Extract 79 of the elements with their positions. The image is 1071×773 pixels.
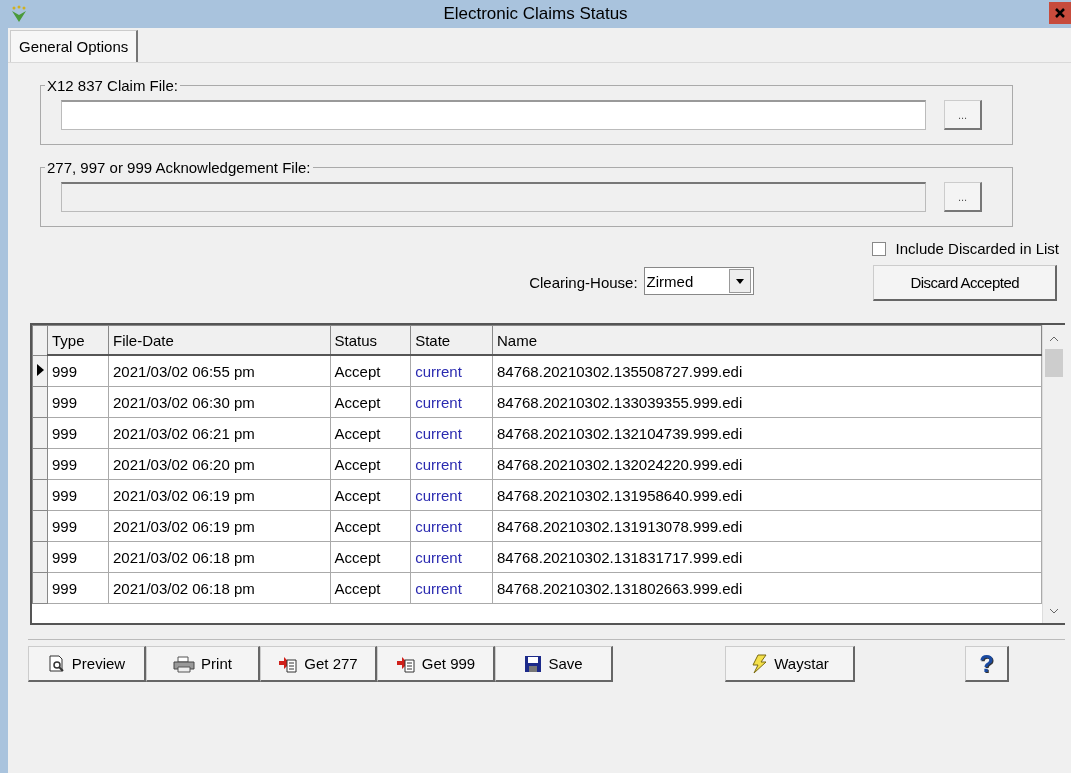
table-cell: current — [410, 572, 493, 604]
table-cell: Accept — [330, 510, 411, 542]
magnifier-page-icon — [47, 654, 66, 673]
table-cell: 2021/03/02 06:19 pm — [108, 510, 331, 542]
group-label: X12 837 Claim File: — [46, 77, 179, 94]
table-cell: 84768.20210302.131831717.999.edi — [492, 541, 1042, 573]
scroll-up-icon — [1049, 335, 1059, 343]
table-cell: current — [410, 510, 493, 542]
table-cell: 2021/03/02 06:55 pm — [108, 355, 331, 387]
table-cell: current — [410, 386, 493, 418]
clearing-house-dropdown[interactable]: Zirmed — [643, 267, 754, 295]
browse-button[interactable]: ... — [944, 100, 982, 130]
column-header[interactable]: Type — [47, 325, 109, 355]
get-button[interactable]: Get 277 — [260, 646, 377, 682]
arrow-document-icon — [278, 654, 299, 673]
table-cell: Accept — [330, 386, 411, 418]
table-cell: 84768.20210302.132104739.999.edi — [492, 417, 1042, 449]
scrollbar-thumb[interactable] — [1045, 349, 1063, 377]
column-header[interactable]: Status — [330, 325, 411, 355]
scroll-down-icon — [1049, 607, 1059, 615]
print-button[interactable]: Print — [146, 646, 260, 682]
arrow-document-icon — [395, 654, 416, 673]
table-cell: 84768.20210302.135508727.999.edi — [492, 355, 1042, 387]
lightning-bolt-icon — [750, 653, 769, 674]
checkbox[interactable] — [871, 241, 886, 256]
close-button[interactable] — [1049, 2, 1071, 24]
table-cell: current — [410, 479, 493, 511]
table-cell: 2021/03/02 06:20 pm — [108, 448, 331, 480]
column-header[interactable]: State — [410, 325, 493, 355]
tab[interactable]: General Options — [10, 30, 139, 62]
column-header[interactable]: Name — [492, 325, 1042, 355]
table-cell: 84768.20210302.131802663.999.edi — [492, 572, 1042, 604]
waystar-button[interactable]: Waystar — [725, 646, 855, 682]
table-cell: 999 — [47, 386, 109, 418]
column-header[interactable]: File-Date — [108, 325, 331, 355]
vertical-scrollbar[interactable] — [1042, 325, 1065, 623]
clearing-house-label: Clearing-House: — [529, 274, 638, 291]
table-cell: current — [410, 417, 493, 449]
table-cell: 2021/03/02 06:18 pm — [108, 572, 331, 604]
table-cell: 999 — [47, 541, 109, 573]
close-icon — [1055, 8, 1065, 18]
table-cell: 84768.20210302.132024220.999.edi — [492, 448, 1042, 480]
preview-button[interactable]: Preview — [28, 646, 146, 682]
table-cell: 999 — [47, 355, 109, 387]
table-cell: Accept — [330, 541, 411, 573]
table-cell: 84768.20210302.133039355.999.edi — [492, 386, 1042, 418]
group-label: 277, 997 or 999 Acknowledgement File: — [46, 159, 312, 176]
checkbox-label: Include Discarded in List — [895, 240, 1059, 257]
table-cell: current — [410, 355, 493, 387]
table-cell: 2021/03/02 06:18 pm — [108, 541, 331, 573]
help-button[interactable]: ? — [965, 646, 1009, 682]
table-cell: 999 — [47, 417, 109, 449]
printer-icon — [173, 654, 196, 673]
table-cell: 84768.20210302.131958640.999.edi — [492, 479, 1042, 511]
table-cell: Accept — [330, 572, 411, 604]
current-row-icon — [36, 364, 44, 377]
discard-accepted-button[interactable]: Discard Accepted — [873, 265, 1058, 301]
table-cell: current — [410, 448, 493, 480]
table-cell: 999 — [47, 479, 109, 511]
table-cell: 999 — [47, 572, 109, 604]
table-cell: Accept — [330, 479, 411, 511]
table-cell: Accept — [330, 417, 411, 449]
table-cell: 2021/03/02 06:30 pm — [108, 386, 331, 418]
table-cell: 2021/03/02 06:19 pm — [108, 479, 331, 511]
window-title: Electronic Claims Status — [442, 4, 629, 24]
table-cell: 999 — [47, 510, 109, 542]
row-indicator[interactable] — [32, 355, 48, 387]
dropdown-arrow-icon — [735, 278, 744, 284]
table-cell: Accept — [330, 355, 411, 387]
table-cell: 84768.20210302.131913078.999.edi — [492, 510, 1042, 542]
claim-file-field[interactable] — [61, 100, 926, 130]
save-button[interactable]: Save — [495, 646, 613, 682]
table-cell: Accept — [330, 448, 411, 480]
table-cell: 999 — [47, 448, 109, 480]
table-cell: 2021/03/02 06:21 pm — [108, 417, 331, 449]
get-button[interactable]: Get 999 — [377, 646, 495, 682]
table-cell: current — [410, 541, 493, 573]
app-logo-icon — [10, 5, 28, 23]
grid-corner — [32, 325, 48, 355]
